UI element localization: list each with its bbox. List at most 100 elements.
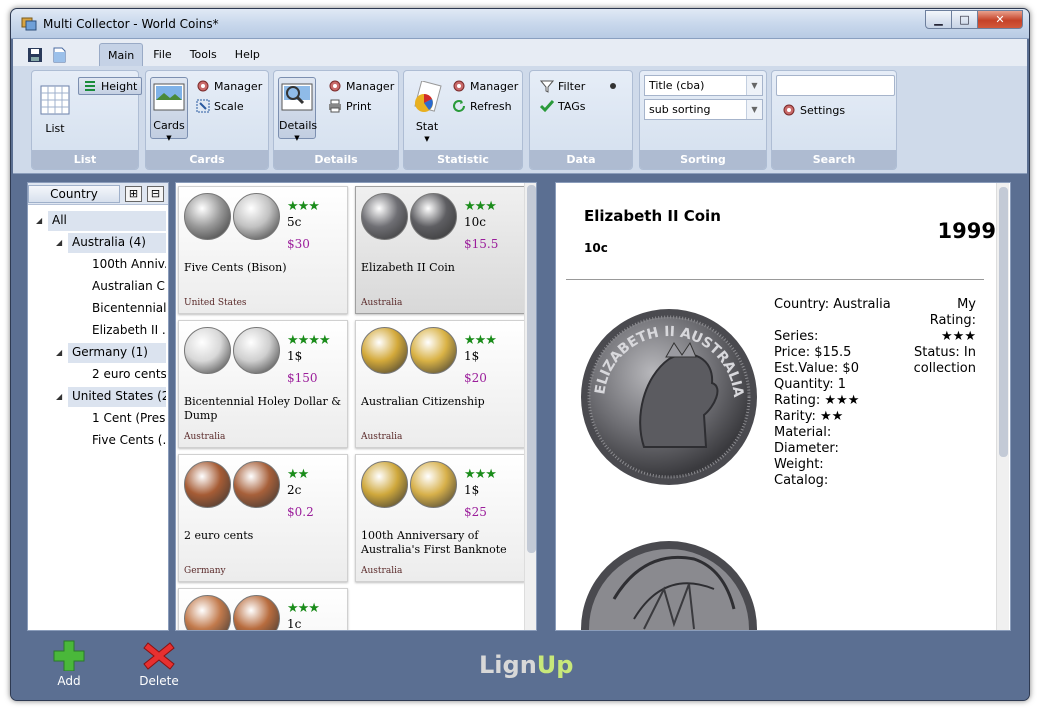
group-details: Details ▼ Manager Print Details — [273, 70, 399, 170]
card-price: $20 — [464, 371, 487, 385]
coin-card[interactable]: ★★★ 1c — [178, 588, 348, 630]
minimize-button[interactable]: ▁ — [925, 10, 952, 29]
group-label-cards: Cards — [146, 150, 268, 169]
coin-card[interactable]: ★★★ 1$ $25 100th Anniversary of Australia's… — [355, 454, 525, 582]
tree-node[interactable]: 100th Anniv... — [88, 255, 166, 275]
bottom-toolbar: Add Delete LignUp — [11, 631, 1029, 700]
tree-node[interactable]: 2 euro cents — [88, 365, 166, 385]
detail-field: Diameter: — [774, 441, 839, 456]
maximize-button[interactable]: □ — [951, 10, 978, 29]
delete-x-icon — [143, 642, 175, 670]
list-button[interactable]: List — [36, 83, 74, 135]
divider — [566, 279, 984, 280]
group-sorting: Title (cba) ▼ sub sorting ▼ Sorting — [639, 70, 767, 170]
coin-thumb-reverse — [233, 461, 280, 508]
tree-node[interactable]: Australia (4) — [68, 233, 166, 253]
coin-card[interactable]: ★★★★ 1$ $150 Bicentennial Holey Dollar & Du… — [178, 320, 348, 448]
tree-node[interactable]: United States (2) — [68, 387, 166, 407]
card-price: $150 — [287, 371, 318, 385]
search-input[interactable] — [776, 75, 895, 96]
tree-expander-icon[interactable]: ◢ — [56, 392, 62, 401]
close-button[interactable]: ✕ — [977, 10, 1023, 29]
refresh-button[interactable]: Refresh — [452, 99, 512, 113]
detail-field: Price: $15.5 — [774, 345, 852, 360]
detail-side-text: Rating: — [929, 313, 976, 328]
tree-expander-icon[interactable]: ◢ — [36, 216, 42, 225]
cards-button[interactable]: Cards ▼ — [150, 77, 188, 142]
check-icon — [540, 100, 554, 113]
card-rating: ★★★★ — [287, 333, 331, 348]
group-by-country-button[interactable]: Country — [28, 185, 120, 203]
card-country: Australia — [361, 432, 403, 442]
scale-button[interactable]: Scale — [196, 99, 244, 113]
detail-field: Quantity: 1 — [774, 377, 847, 392]
card-country: Germany — [184, 566, 226, 576]
coin-thumb-obverse — [184, 595, 231, 630]
tree-expander-icon[interactable]: ◢ — [56, 348, 62, 357]
coin-card[interactable]: ★★ 2c $0.2 2 euro cents Germany — [178, 454, 348, 582]
cards-scroll-thumb[interactable] — [527, 185, 536, 553]
coin-card[interactable]: ★★★ 1$ $20 Australian Citizenship Australia — [355, 320, 525, 448]
details-scrollbar[interactable] — [996, 183, 1009, 630]
group-label-details: Details — [274, 150, 398, 169]
tab-help[interactable]: Help — [227, 43, 268, 67]
manager-icon — [329, 80, 341, 92]
coin-thumb-obverse — [184, 461, 231, 508]
details-manager-button[interactable]: Manager — [328, 79, 394, 93]
card-title: Five Cents (Bison) — [184, 261, 287, 274]
title-bar[interactable]: Multi Collector - World Coins* ▁ □ ✕ — [11, 9, 1029, 39]
coin-card[interactable]: ★★★ 10c $15.5 Elizabeth II Coin Australia — [355, 186, 525, 314]
add-button[interactable]: Add — [39, 639, 99, 688]
details-pane: Elizabeth II Coin 1999 10c ELIZABETH II … — [555, 182, 1011, 631]
search-settings-button[interactable]: Settings — [782, 103, 845, 117]
card-country: Australia — [184, 432, 226, 442]
open-icon[interactable] — [51, 47, 67, 63]
details-scroll-thumb[interactable] — [999, 187, 1008, 457]
card-rating: ★★★ — [287, 601, 320, 616]
details-button[interactable]: Details ▼ — [278, 77, 317, 142]
group-label-statistic: Statistic — [404, 150, 522, 169]
tree-expander-icon[interactable]: ◢ — [56, 238, 62, 247]
sort-secondary-select[interactable]: sub sorting ▼ — [644, 99, 763, 120]
delete-button[interactable]: Delete — [129, 639, 189, 688]
tree-node[interactable]: 1 Cent (Pres... — [88, 409, 166, 429]
collapse-all-button[interactable]: ⊟ — [147, 186, 164, 202]
stat-manager-button[interactable]: Manager — [452, 79, 518, 93]
height-icon — [85, 81, 95, 91]
tree-node[interactable]: Five Cents (... — [88, 431, 166, 451]
save-icon[interactable] — [27, 47, 43, 63]
detail-field: Material: — [774, 425, 832, 440]
height-button[interactable]: Height — [78, 77, 143, 95]
expand-all-button[interactable]: ⊞ — [125, 186, 142, 202]
group-list: List Height List — [31, 70, 143, 170]
card-denomination: 5c — [287, 215, 302, 229]
tree-node[interactable]: Bicentennial... — [88, 299, 166, 319]
card-rating: ★★★ — [287, 199, 320, 214]
detail-side-text: ★★★ — [941, 329, 976, 344]
tab-main[interactable]: Main — [99, 43, 144, 67]
coin-thumb-reverse — [410, 193, 457, 240]
detail-side-text: collection — [913, 361, 976, 376]
stat-button[interactable]: Stat ▼ — [408, 80, 446, 143]
coin-card[interactable]: ★★★ 5c $30 Five Cents (Bison) United States — [178, 186, 348, 314]
delete-label: Delete — [139, 674, 179, 688]
tree-node[interactable]: Elizabeth II ... — [88, 321, 166, 341]
add-label: Add — [57, 674, 81, 688]
tree-node[interactable]: Australian C... — [88, 277, 166, 297]
tab-file[interactable]: File — [145, 43, 179, 67]
refresh-icon — [453, 100, 465, 112]
group-label-list: List — [32, 150, 138, 169]
detail-title: Elizabeth II Coin — [584, 207, 721, 225]
tab-tools[interactable]: Tools — [182, 43, 225, 67]
print-button[interactable]: Print — [328, 99, 371, 113]
sort-primary-select[interactable]: Title (cba) ▼ — [644, 75, 763, 96]
gear-icon — [783, 104, 795, 116]
tags-button[interactable]: TAGs — [540, 99, 585, 113]
filter-button[interactable]: Filter — [540, 79, 585, 93]
tree-node[interactable]: Germany (1) — [68, 343, 166, 363]
detail-year: 1999 — [937, 219, 996, 243]
card-price: $15.5 — [464, 237, 499, 251]
tree-node[interactable]: All — [48, 211, 166, 231]
cards-scrollbar[interactable] — [524, 183, 536, 630]
cards-manager-button[interactable]: Manager — [196, 79, 262, 93]
